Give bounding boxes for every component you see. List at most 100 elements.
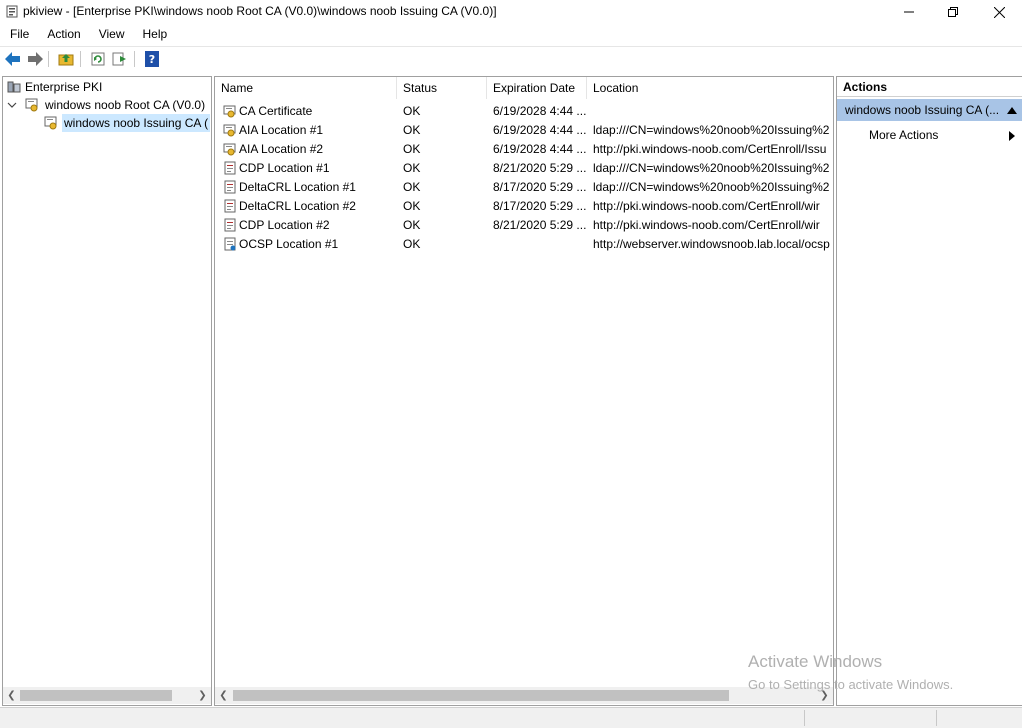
minimize-button[interactable] [886,0,932,24]
up-folder-icon [58,54,74,66]
toolbar-separator [80,51,81,67]
tree-horizontal-scrollbar[interactable]: ❮ ❯ [3,687,211,704]
cell-location: http://webserver.windowsnoob.lab.local/o… [593,237,830,251]
crl-icon [224,161,236,175]
cell-expiration: 6/19/2028 4:44 ... [493,142,587,156]
close-button[interactable] [976,0,1022,24]
cell-expiration: 8/21/2020 5:29 ... [493,218,587,232]
forward-button[interactable] [26,51,44,67]
table-row[interactable]: AIA Location #1 OK 6/19/2028 4:44 ... ldap:… [215,121,833,140]
chevron-down-icon[interactable] [7,98,17,112]
cell-location: ldap:///CN=windows%20noob%20Issuing%2 [593,161,830,175]
crl-icon [224,180,236,194]
column-header-status[interactable]: Status [397,77,487,99]
menu-file[interactable]: File [0,24,37,44]
table-row[interactable]: AIA Location #2 OK 6/19/2028 4:44 ... http:… [215,140,833,159]
certificate-authority-icon [44,116,57,130]
submenu-arrow-icon [1009,131,1015,141]
scroll-left-icon[interactable]: ❮ [215,687,232,704]
cell-name: DeltaCRL Location #1 [239,180,356,194]
cell-expiration: 8/17/2020 5:29 ... [493,199,587,213]
scrollbar-thumb[interactable] [20,690,172,701]
toolbar: ? [0,46,1022,71]
table-row[interactable]: CA Certificate OK 6/19/2028 4:44 ... [215,102,833,121]
cell-name: DeltaCRL Location #2 [239,199,356,213]
cell-status: OK [403,123,421,137]
status-bar [0,707,1022,728]
minimize-icon [904,11,914,13]
back-button[interactable] [4,51,22,67]
cell-expiration: 6/19/2028 4:44 ... [493,123,587,137]
refresh-icon [91,52,105,66]
list-pane: Name Status Expiration Date Location CA … [214,76,834,706]
export-list-button[interactable] [111,51,129,67]
list-horizontal-scrollbar[interactable]: ❮ ❯ [215,687,833,704]
window-title: pkiview - [Enterprise PKI\windows noob R… [23,4,497,18]
cell-status: OK [403,199,421,213]
scrollbar-thumb[interactable] [233,690,729,701]
actions-title: Actions [837,77,1022,97]
cell-status: OK [403,104,421,118]
table-row[interactable]: DeltaCRL Location #2 OK 8/17/2020 5:29 ...… [215,197,833,216]
scroll-left-icon[interactable]: ❮ [3,687,20,704]
tree-label: Enterprise PKI [25,80,103,94]
more-actions-label: More Actions [869,128,939,142]
toolbar-separator [134,51,135,67]
cell-status: OK [403,180,421,194]
cell-location: http://pki.windows-noob.com/CertEnroll/I… [593,142,827,156]
cell-name: CDP Location #2 [239,218,330,232]
enterprise-pki-icon [7,81,21,93]
activation-watermark-subtitle: Go to Settings to activate Windows. [748,677,954,692]
cell-name: AIA Location #2 [239,142,324,156]
collapse-up-icon[interactable] [1007,106,1017,114]
close-icon [993,6,1005,18]
table-row[interactable]: CDP Location #1 OK 8/21/2020 5:29 ... ldap:… [215,159,833,178]
forward-arrow-icon [28,52,43,66]
menu-action[interactable]: Action [37,24,88,44]
certificate-authority-icon [25,98,38,112]
table-row[interactable]: DeltaCRL Location #1 OK 8/17/2020 5:29 ...… [215,178,833,197]
ocsp-icon [224,237,236,251]
cell-status: OK [403,237,421,251]
tree-pane: Enterprise PKI windows noob Root CA (V0.… [2,76,212,706]
menu-help[interactable]: Help [133,24,176,44]
certificate-icon [223,105,236,118]
table-row[interactable]: OCSP Location #1 OK http://webserver.windo… [215,235,833,254]
back-arrow-icon [5,52,20,66]
cell-status: OK [403,218,421,232]
cell-expiration: 8/17/2020 5:29 ... [493,180,587,194]
refresh-button[interactable] [89,51,107,67]
actions-selected-label: windows noob Issuing CA (... [845,103,1000,117]
cell-location: ldap:///CN=windows%20noob%20Issuing%2 [593,123,830,137]
pkiview-app-icon [6,5,18,18]
menu-bar: File Action View Help [0,24,1022,44]
cell-expiration: 6/19/2028 4:44 ... [493,104,587,118]
menu-view[interactable]: View [89,24,133,44]
scroll-right-icon[interactable]: ❯ [194,687,211,704]
crl-icon [224,218,236,232]
cell-name: CDP Location #1 [239,161,330,175]
column-header-expiration[interactable]: Expiration Date [487,77,587,99]
more-actions-item[interactable]: More Actions [869,125,938,145]
actions-selected-item[interactable]: windows noob Issuing CA (... [837,99,1022,121]
column-header-name[interactable]: Name [215,77,397,99]
help-icon: ? [145,51,159,67]
status-segment [936,710,1022,726]
cell-name: AIA Location #1 [239,123,324,137]
cell-expiration: 8/21/2020 5:29 ... [493,161,587,175]
certificate-icon [223,143,236,156]
svg-text:?: ? [149,53,155,66]
up-level-button[interactable] [57,51,75,67]
column-header-location[interactable]: Location [587,77,833,99]
help-button[interactable]: ? [143,51,161,67]
cell-location: http://pki.windows-noob.com/CertEnroll/w… [593,218,820,232]
export-list-icon [112,52,126,66]
crl-icon [224,199,236,213]
actions-pane: Actions windows noob Issuing CA (... Mor… [836,76,1022,706]
cell-status: OK [403,142,421,156]
table-row[interactable]: CDP Location #2 OK 8/21/2020 5:29 ... http:… [215,216,833,235]
maximize-button[interactable] [930,0,976,24]
activation-watermark-title: Activate Windows [748,652,883,671]
cell-name: OCSP Location #1 [239,237,339,251]
certificate-icon [223,124,236,137]
